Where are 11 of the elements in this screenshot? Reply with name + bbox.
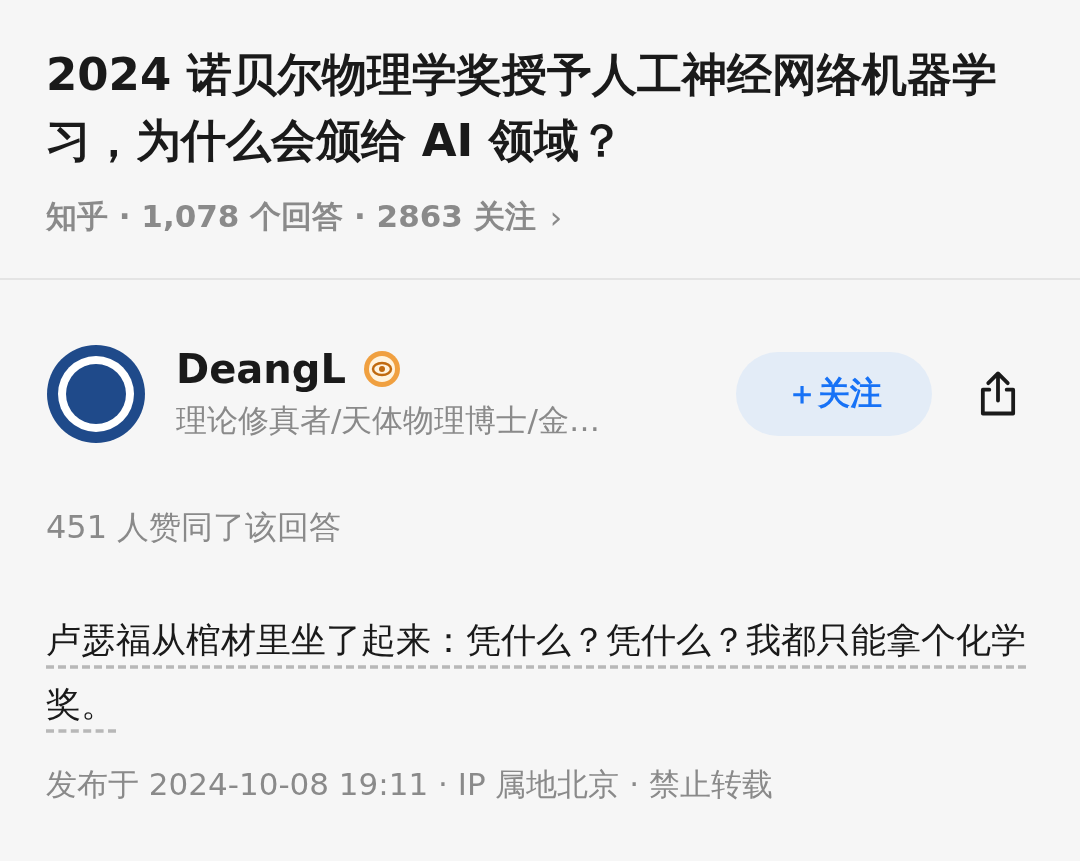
answer-text: 卢瑟福从棺材里坐了起来：凭什么？凭什么？我都只能拿个化学奖。 <box>46 619 1026 726</box>
question-title: 2024 诺贝尔物理学奖授予人工神经网络机器学习，为什么会颁给 AI 领域？ <box>46 47 998 169</box>
chevron-icon[interactable]: › <box>549 199 563 235</box>
author-name[interactable]: DeangL <box>176 346 346 392</box>
author-bio: 理论修真者/天体物理博士/金… <box>176 401 601 440</box>
follow-button[interactable]: ＋关注 <box>736 352 932 436</box>
badge-icon <box>361 349 402 389</box>
question-meta[interactable]: 知乎 · 1,078 个回答 · 2863 关注 <box>46 196 536 238</box>
avatar[interactable] <box>46 344 146 444</box>
answer-footer: 发布于 2024-10-08 19:11 · IP 属地北京 · 禁止转载 <box>46 764 1034 806</box>
upvote-count: 451 人赞同了该回答 <box>46 507 343 548</box>
